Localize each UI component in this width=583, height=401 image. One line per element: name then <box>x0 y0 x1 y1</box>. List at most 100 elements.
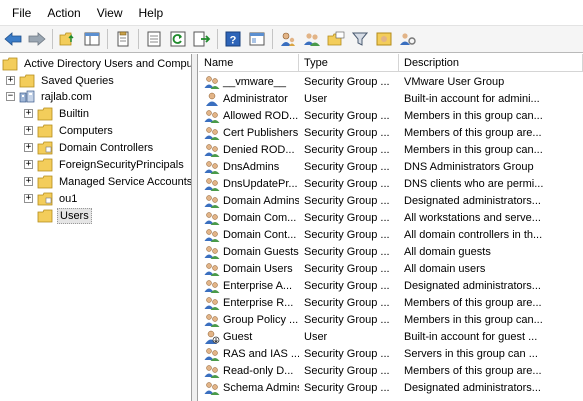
forward-icon[interactable] <box>26 29 47 50</box>
ou-folder-icon <box>37 141 53 155</box>
list-item-description: Servers in this group can ... <box>404 347 538 360</box>
folder-icon <box>37 124 53 138</box>
group-icon <box>204 279 220 293</box>
toolbar: ? <box>0 26 583 53</box>
tree-item-managed-service-accounts[interactable]: + Managed Service Accounts <box>24 173 192 190</box>
tree-root[interactable]: Active Directory Users and Comput <box>2 55 191 72</box>
expand-icon[interactable]: + <box>6 76 15 85</box>
list-item[interactable]: Read-only D... Security Group ... Members … <box>199 362 583 379</box>
expand-icon[interactable]: + <box>24 126 33 135</box>
list-item[interactable]: Schema Admins Security Group ... Designate… <box>199 379 583 396</box>
tree-item-computers[interactable]: + Computers <box>24 122 115 139</box>
group-icon <box>204 296 220 310</box>
tree-item-users[interactable]: Users <box>37 207 92 224</box>
menu-action[interactable]: Action <box>39 2 88 24</box>
list-item-name-cell: Domain Users <box>199 262 299 276</box>
list-item-type: Security Group ... <box>304 279 390 292</box>
collapse-icon[interactable]: − <box>6 92 15 101</box>
delegate-icon[interactable] <box>397 29 418 50</box>
list-item[interactable]: Domain Cont... Security Group ... All doma… <box>199 226 583 243</box>
new-ou-icon[interactable] <box>325 29 346 50</box>
list-item-name-cell: Read-only D... <box>199 364 299 378</box>
list-item[interactable]: RAS and IAS ... Security Group ... Servers… <box>199 345 583 362</box>
menu-view[interactable]: View <box>89 2 131 24</box>
expand-icon[interactable]: + <box>24 160 33 169</box>
help-icon[interactable]: ? <box>222 29 243 50</box>
list-item[interactable]: __vmware__ Security Group ... VMware User … <box>199 73 583 90</box>
filter-icon[interactable] <box>349 29 370 50</box>
back-icon[interactable] <box>2 29 23 50</box>
group-icon <box>204 381 220 395</box>
properties-icon[interactable] <box>143 29 164 50</box>
list-item[interactable]: Group Policy ... Security Group ... Member… <box>199 311 583 328</box>
list-item-name: __vmware__ <box>223 75 286 88</box>
list-item[interactable]: Guest User Built-in account for guest ... <box>199 328 583 345</box>
expand-icon[interactable]: + <box>24 194 33 203</box>
column-header-name[interactable]: Name <box>199 54 299 72</box>
tree-item-label: Builtin <box>59 107 89 120</box>
add-to-group-icon[interactable] <box>373 29 394 50</box>
tree-item-label: rajlab.com <box>41 90 92 103</box>
list-item-name: Domain Com... <box>223 211 297 224</box>
expand-icon[interactable]: + <box>24 109 33 118</box>
tree-item-domain[interactable]: − rajlab.com <box>6 88 94 105</box>
tree-item-foreign-security-principals[interactable]: + ForeignSecurityPrincipals <box>24 156 186 173</box>
group-icon <box>204 143 220 157</box>
tree-item-saved-queries[interactable]: + Saved Queries <box>6 72 116 89</box>
list-item-name-cell: Domain Com... <box>199 211 299 225</box>
list-item[interactable]: Domain Users Security Group ... All domain… <box>199 260 583 277</box>
console-icon[interactable] <box>246 29 267 50</box>
folder-icon <box>37 107 53 121</box>
list-item[interactable]: Enterprise A... Security Group ... Designa… <box>199 277 583 294</box>
list-item[interactable]: Administrator User Built-in account for ad… <box>199 90 583 107</box>
show-hide-tree-icon[interactable] <box>81 29 102 50</box>
pane-splitter[interactable] <box>192 54 198 401</box>
list-item-name-cell: DnsAdmins <box>199 160 299 174</box>
list-item[interactable]: Domain Admins Security Group ... Designate… <box>199 192 583 209</box>
list-item-name-cell: __vmware__ <box>199 75 299 89</box>
copy-icon[interactable] <box>112 29 133 50</box>
column-header-type[interactable]: Type <box>299 54 399 72</box>
group-icon <box>204 313 220 327</box>
expand-icon[interactable]: + <box>24 143 33 152</box>
list-item-name-cell: Enterprise A... <box>199 279 299 293</box>
toolbar-separator <box>217 29 218 49</box>
list-item-type: Security Group ... <box>304 211 390 224</box>
new-group-icon[interactable] <box>301 29 322 50</box>
group-icon <box>204 347 220 361</box>
export-list-icon[interactable] <box>191 29 212 50</box>
users-icon[interactable] <box>277 29 298 50</box>
list-item-name-cell: Group Policy ... <box>199 313 299 327</box>
list-item-type: Security Group ... <box>304 262 390 275</box>
list-item-type: Security Group ... <box>304 194 390 207</box>
expand-icon[interactable]: + <box>24 177 33 186</box>
list-item[interactable]: Allowed ROD... Security Group ... Members … <box>199 107 583 124</box>
list-item[interactable]: Domain Com... Security Group ... All works… <box>199 209 583 226</box>
list-item-name: Administrator <box>223 92 288 105</box>
list-item-type: Security Group ... <box>304 364 390 377</box>
menu-help[interactable]: Help <box>131 2 172 24</box>
list-item-description: All workstations and serve... <box>404 211 541 224</box>
list-item-name-cell: RAS and IAS ... <box>199 347 299 361</box>
tree-item-label: Managed Service Accounts <box>59 175 192 188</box>
toolbar-separator <box>52 29 53 49</box>
list-item[interactable]: Denied ROD... Security Group ... Members i… <box>199 141 583 158</box>
tree-item-builtin[interactable]: + Builtin <box>24 105 91 122</box>
list-item-type: Security Group ... <box>304 109 390 122</box>
list-item[interactable]: Enterprise R... Security Group ... Members… <box>199 294 583 311</box>
column-header-description[interactable]: Description <box>399 54 583 72</box>
tree-item-domain-controllers[interactable]: + Domain Controllers <box>24 139 155 156</box>
list-item[interactable]: DnsAdmins Security Group ... DNS Administr… <box>199 158 583 175</box>
list-item[interactable]: Domain Guests Security Group ... All domai… <box>199 243 583 260</box>
details-list: Name Type Description __vmware__ Security… <box>199 54 583 401</box>
list-item-name: Domain Admins <box>223 194 299 207</box>
list-item[interactable]: Cert Publishers Security Group ... Members… <box>199 124 583 141</box>
list-item[interactable]: DnsUpdatePr... Security Group ... DNS clie… <box>199 175 583 192</box>
list-item-description: Designated administrators... <box>404 194 541 207</box>
list-item-name: Enterprise R... <box>223 296 294 309</box>
refresh-icon[interactable] <box>167 29 188 50</box>
ou-folder-icon <box>37 192 53 206</box>
menu-file[interactable]: File <box>4 2 39 24</box>
up-folder-icon[interactable] <box>57 29 78 50</box>
tree-item-ou1[interactable]: + ou1 <box>24 190 79 207</box>
